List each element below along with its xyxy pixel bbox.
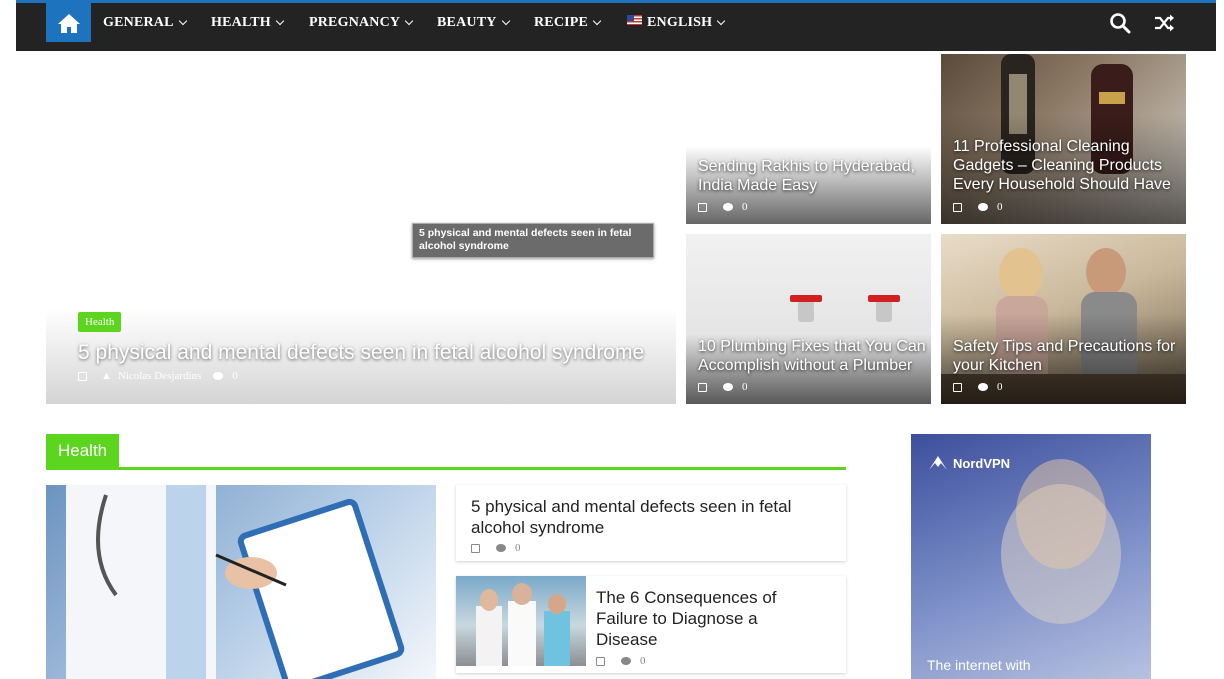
ad-tagline: The internet with: [927, 657, 1031, 673]
post-meta: 0: [596, 655, 646, 667]
advertisement[interactable]: NordVPN The internet with: [911, 434, 1151, 679]
tile-title[interactable]: Safety Tips and Precautions for your Kit…: [953, 337, 1181, 375]
comment-icon: [978, 203, 988, 211]
nav-item-general[interactable]: GENERAL: [103, 3, 187, 42]
tile-meta: 0: [953, 381, 1003, 393]
comment-count[interactable]: 0: [742, 381, 748, 393]
calendar-icon: [596, 656, 605, 666]
calendar-icon: [698, 382, 707, 392]
doctor-clipboard-image: [66, 485, 405, 679]
chevron-down-icon: [405, 16, 414, 25]
category-badge[interactable]: Health: [78, 312, 122, 332]
comment-count[interactable]: 0: [640, 655, 646, 667]
tile-title[interactable]: Sending Rakhis to Hyderabad, India Made …: [698, 157, 926, 195]
section-header: Health: [46, 434, 846, 470]
section-post-card[interactable]: The 6 Consequences of Failure to Diagnos…: [456, 576, 846, 673]
search-icon[interactable]: [1109, 12, 1131, 34]
calendar-icon: [953, 382, 962, 392]
calendar-icon: [78, 371, 87, 381]
chevron-down-icon: [275, 16, 285, 25]
calendar-icon: [698, 202, 707, 212]
top-navigation: GENERAL HEALTH PREGNANCY BEAUTY RECIPE E…: [16, 0, 1216, 51]
us-flag-icon: [627, 14, 642, 25]
nav-item-beauty[interactable]: BEAUTY: [437, 3, 510, 42]
comment-icon: [496, 544, 506, 552]
hero-post-meta: ▲ Nicolas Desjardins 0: [78, 370, 238, 382]
comment-count[interactable]: 0: [997, 201, 1003, 213]
comment-icon: [723, 383, 733, 391]
comment-icon: [621, 657, 631, 665]
tile-meta: 0: [698, 201, 748, 213]
nordvpn-logo-icon: [929, 456, 947, 470]
comment-count[interactable]: 0: [232, 370, 238, 382]
chevron-down-icon: [716, 16, 726, 25]
tile-title[interactable]: 10 Plumbing Fixes that You Can Accomplis…: [698, 337, 926, 375]
calendar-icon: [471, 543, 480, 553]
nav-item-pregnancy[interactable]: PREGNANCY: [309, 3, 414, 42]
post-thumbnail[interactable]: [456, 576, 586, 666]
random-shuffle-icon[interactable]: [1153, 12, 1175, 34]
comment-icon: [213, 372, 224, 380]
chevron-down-icon: [501, 16, 510, 25]
hover-tooltip: 5 physical and mental defects seen in fe…: [412, 223, 654, 258]
post-tile[interactable]: Safety Tips and Precautions for your Kit…: [941, 234, 1186, 404]
post-title[interactable]: 5 physical and mental defects seen in fe…: [471, 496, 831, 538]
home-button[interactable]: [46, 3, 91, 42]
comment-icon: [978, 383, 988, 391]
post-tile[interactable]: 10 Plumbing Fixes that You Can Accomplis…: [686, 234, 931, 404]
tile-meta: 0: [953, 201, 1003, 213]
doctors-thumbnail-image: [476, 583, 570, 666]
nav-item-recipe[interactable]: RECIPE: [534, 3, 602, 42]
chevron-down-icon: [592, 16, 602, 25]
user-icon: ▲: [101, 370, 112, 382]
section-title[interactable]: Health: [46, 434, 120, 467]
tile-meta: 0: [698, 381, 748, 393]
post-title[interactable]: The 6 Consequences of Failure to Diagnos…: [596, 587, 821, 650]
tile-title[interactable]: 11 Professional Cleaning Gadgets – Clean…: [953, 137, 1181, 194]
ad-brand: NordVPN: [927, 454, 1010, 472]
section-lead-image[interactable]: [46, 485, 436, 679]
comment-count[interactable]: 0: [515, 542, 521, 554]
post-tile[interactable]: Sending Rakhis to Hyderabad, India Made …: [686, 54, 931, 224]
home-icon: [57, 13, 80, 33]
section-post-card[interactable]: 5 physical and mental defects seen in fe…: [456, 485, 846, 561]
calendar-icon: [953, 202, 962, 212]
comment-count[interactable]: 0: [742, 201, 748, 213]
comment-count[interactable]: 0: [997, 381, 1003, 393]
chevron-down-icon: [178, 16, 187, 25]
nav-item-health[interactable]: HEALTH: [211, 3, 285, 42]
nav-item-language[interactable]: ENGLISH: [627, 3, 726, 42]
post-meta: 0: [471, 542, 521, 554]
hero-post-title[interactable]: 5 physical and mental defects seen in fe…: [78, 341, 644, 365]
comment-icon: [723, 203, 733, 211]
author-name[interactable]: Nicolas Desjardins: [118, 370, 201, 382]
post-tile[interactable]: 11 Professional Cleaning Gadgets – Clean…: [941, 54, 1186, 224]
